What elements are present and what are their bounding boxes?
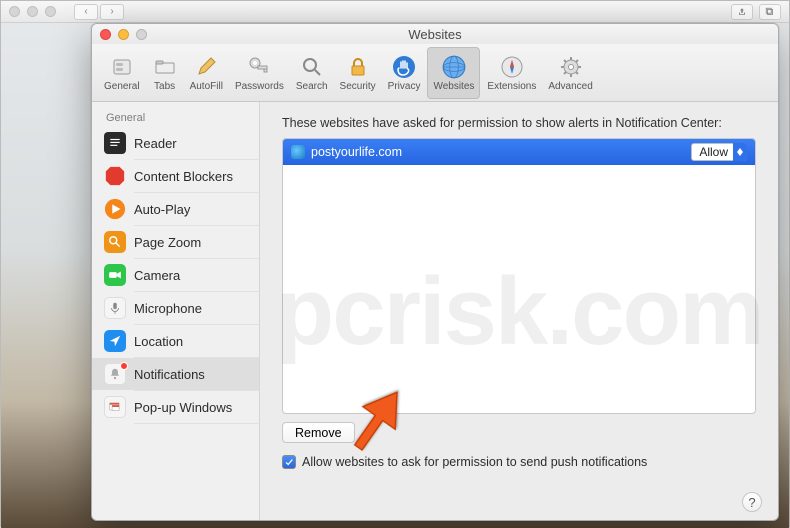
minimize-icon[interactable]: [27, 6, 38, 17]
tab-privacy[interactable]: Privacy: [383, 47, 426, 99]
tab-label: Privacy: [388, 81, 421, 92]
globe-icon: [441, 54, 467, 80]
sidebar-item-label: Notifications: [134, 367, 205, 382]
tab-websites[interactable]: Websites: [427, 47, 480, 99]
browser-nav: ‹ ›: [74, 4, 124, 20]
sidebar-item-reader[interactable]: Reader: [92, 127, 259, 159]
close-icon[interactable]: [9, 6, 20, 17]
tabs-button[interactable]: [759, 4, 781, 20]
forward-button[interactable]: ›: [100, 4, 124, 20]
tab-autofill[interactable]: AutoFill: [185, 47, 228, 99]
stop-icon: [104, 165, 126, 187]
allow-checkbox[interactable]: [282, 455, 296, 469]
websites-list[interactable]: postyourlife.com Allow: [282, 138, 756, 414]
browser-traffic-lights: [9, 6, 56, 17]
prefs-toolbar: General Tabs AutoFill Passwords Search: [92, 44, 778, 102]
tab-label: Security: [340, 81, 376, 92]
tab-search[interactable]: Search: [291, 47, 333, 99]
website-domain: postyourlife.com: [311, 145, 685, 159]
window-title: Websites: [92, 27, 778, 42]
sidebar-item-camera[interactable]: Camera: [92, 259, 259, 291]
remove-button[interactable]: Remove: [282, 422, 355, 443]
sidebar-item-autoplay[interactable]: Auto-Play: [92, 193, 259, 225]
favicon-icon: [291, 145, 305, 159]
tabs-icon: [152, 54, 178, 80]
badge-icon: [120, 362, 128, 370]
sidebar-item-page-zoom[interactable]: Page Zoom: [92, 226, 259, 258]
sidebar: General Reader Content Blockers Auto-Pla…: [92, 102, 260, 521]
search-icon: [299, 54, 325, 80]
tab-label: Websites: [433, 81, 474, 92]
pen-icon: [193, 54, 219, 80]
tab-passwords[interactable]: Passwords: [230, 47, 289, 99]
help-button[interactable]: ?: [742, 492, 762, 512]
zoom-icon: [104, 231, 126, 253]
hand-icon: [391, 54, 417, 80]
sidebar-item-label: Location: [134, 334, 183, 349]
sidebar-item-microphone[interactable]: Microphone: [92, 292, 259, 324]
checkbox-label: Allow websites to ask for permission to …: [302, 455, 647, 469]
window-icon: [104, 396, 126, 418]
instruction-text: These websites have asked for permission…: [282, 116, 756, 130]
back-button[interactable]: ‹: [74, 4, 98, 20]
chevron-up-down-icon: [733, 143, 747, 161]
key-icon: [246, 54, 272, 80]
share-button[interactable]: [731, 4, 753, 20]
lock-icon: [345, 54, 371, 80]
sidebar-item-label: Reader: [134, 136, 177, 151]
browser-body: Websites General Tabs AutoFill Passwor: [1, 23, 789, 528]
sidebar-item-label: Pop-up Windows: [134, 400, 232, 415]
sidebar-header: General: [92, 108, 259, 127]
preferences-window: Websites General Tabs AutoFill Passwor: [91, 23, 779, 521]
tab-label: AutoFill: [190, 81, 223, 92]
sidebar-item-label: Auto-Play: [134, 202, 190, 217]
tab-label: Tabs: [154, 81, 175, 92]
tab-security[interactable]: Security: [335, 47, 381, 99]
main-panel: These websites have asked for permission…: [260, 102, 778, 521]
tab-label: General: [104, 81, 140, 92]
website-row[interactable]: postyourlife.com Allow: [283, 139, 755, 165]
play-icon: [104, 198, 126, 220]
compass-icon: [499, 54, 525, 80]
sidebar-item-label: Microphone: [134, 301, 202, 316]
tab-extensions[interactable]: Extensions: [482, 47, 541, 99]
gear-icon: [558, 54, 584, 80]
sidebar-item-notifications[interactable]: Notifications: [92, 358, 259, 390]
microphone-icon: [104, 297, 126, 319]
tab-label: Passwords: [235, 81, 284, 92]
tab-general[interactable]: General: [99, 47, 145, 99]
camera-icon: [104, 264, 126, 286]
tab-tabs[interactable]: Tabs: [147, 47, 183, 99]
reader-icon: [104, 132, 126, 154]
sidebar-item-location[interactable]: Location: [92, 325, 259, 357]
location-icon: [104, 330, 126, 352]
tab-advanced[interactable]: Advanced: [543, 47, 597, 99]
maximize-icon[interactable]: [45, 6, 56, 17]
sidebar-item-popup-windows[interactable]: Pop-up Windows: [92, 391, 259, 423]
sidebar-item-content-blockers[interactable]: Content Blockers: [92, 160, 259, 192]
sidebar-item-label: Content Blockers: [134, 169, 233, 184]
tab-label: Extensions: [487, 81, 536, 92]
tab-label: Search: [296, 81, 328, 92]
tab-label: Advanced: [548, 81, 592, 92]
switch-icon: [109, 54, 135, 80]
sidebar-item-label: Page Zoom: [134, 235, 201, 250]
browser-titlebar: ‹ ›: [1, 1, 789, 23]
permission-select[interactable]: Allow: [691, 143, 747, 161]
sidebar-item-label: Camera: [134, 268, 180, 283]
prefs-titlebar: Websites: [92, 24, 778, 44]
browser-window: ‹ › Websites: [0, 0, 790, 527]
